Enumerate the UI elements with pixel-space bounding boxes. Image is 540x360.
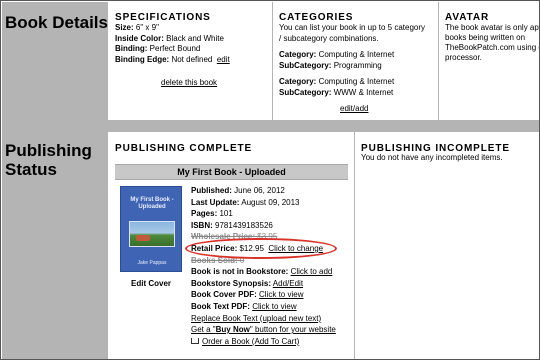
- category-value: Computing & Internet: [318, 77, 395, 86]
- buy-now-suffix: " button for your website: [249, 325, 336, 335]
- view-cover-pdf-link[interactable]: Click to view: [259, 290, 303, 299]
- categories-panel: You can list your book in up to 5 catego…: [279, 23, 439, 98]
- book-cover-thumbnail[interactable]: My First Book - Uploaded Jake Pappas: [120, 186, 182, 272]
- publishing-complete-header: PUBLISHING COMPLETE: [115, 143, 253, 154]
- bookstore-status-label: Book is not in Bookstore:: [191, 267, 289, 277]
- publishing-details: Published: June 06, 2012 Last Update: Au…: [191, 185, 361, 347]
- avatar-panel: The book avatar is only ap books being w…: [445, 23, 540, 63]
- last-update-value: August 09, 2013: [241, 197, 300, 207]
- avatar-description: TheBookPatch.com using o: [445, 43, 540, 52]
- publishing-status-label-line2: Status: [5, 160, 57, 179]
- specifications-header: SPECIFICATIONS: [115, 12, 211, 23]
- binding-label: Binding:: [115, 44, 148, 53]
- bookstore-synopsis-label: Bookstore Synopsis:: [191, 278, 272, 288]
- categories-description: / subcategory combinations.: [279, 33, 379, 43]
- subcategory-value: WWW & Internet: [333, 87, 394, 97]
- category-value: Computing & Internet: [318, 50, 395, 59]
- buy-now-prefix: Get a ": [191, 325, 216, 335]
- cover-title: My First Book - Uploaded: [130, 197, 174, 210]
- book-dashboard: Book Details Publishing Status SPECIFICA…: [0, 0, 540, 360]
- retail-price-highlight-oval: [185, 238, 337, 259]
- edit-add-categories-link[interactable]: edit/add: [340, 104, 368, 114]
- buy-now-button-link[interactable]: Get a "Buy Now" button for your website: [191, 324, 361, 336]
- specifications-panel: Size: 6" x 9" Inside Color: Black and Wh…: [115, 23, 270, 65]
- size-value: 6" x 9": [135, 23, 159, 32]
- edit-binding-link[interactable]: edit: [217, 55, 230, 64]
- avatar-description: The book avatar is only ap: [445, 23, 539, 32]
- book-cover-pdf-label: Book Cover PDF:: [191, 290, 257, 300]
- inside-color-label: Inside Color:: [115, 33, 164, 43]
- edit-synopsis-link[interactable]: Add/Edit: [273, 279, 303, 288]
- last-update-label: Last Update:: [191, 197, 240, 207]
- subcategory-value: Programming: [333, 60, 382, 70]
- buy-now-bold: Buy Now: [215, 325, 250, 335]
- no-incomplete-items-message: You do not have any incompleted items.: [361, 153, 503, 162]
- size-label: Size:: [115, 23, 134, 32]
- book-details-label: Book Details: [2, 2, 108, 120]
- publishing-status-label-line1: Publishing: [5, 141, 92, 160]
- isbn-label: ISBN:: [191, 220, 213, 230]
- view-text-pdf-link[interactable]: Click to view: [252, 302, 296, 311]
- cart-icon: [191, 337, 199, 344]
- published-label: Published:: [191, 186, 232, 195]
- avatar-description: processor.: [445, 53, 482, 62]
- book-text-pdf-label: Book Text PDF:: [191, 301, 250, 311]
- publishing-status-label: Publishing Status: [2, 132, 108, 359]
- avatar-description: books being written on: [445, 33, 526, 42]
- binding-value: Perfect Bound: [149, 44, 201, 53]
- category-label: Category:: [279, 50, 317, 59]
- pages-value: 101: [219, 209, 233, 219]
- subcategory-label: SubCategory:: [279, 87, 332, 97]
- column-divider: [272, 2, 273, 120]
- binding-edge-label: Binding Edge:: [115, 54, 170, 64]
- categories-header: CATEGORIES: [279, 12, 354, 23]
- delete-book-link[interactable]: delete this book: [161, 78, 217, 88]
- category-label: Category:: [279, 77, 317, 86]
- edit-cover-link[interactable]: Edit Cover: [131, 279, 171, 289]
- cover-landscape-image: [129, 221, 175, 247]
- order-book-link[interactable]: Order a Book (Add To Cart): [202, 337, 299, 346]
- pages-label: Pages:: [191, 209, 218, 219]
- categories-description: You can list your book in up to 5 catego…: [279, 23, 426, 32]
- avatar-header: AVATAR: [445, 12, 490, 23]
- add-to-bookstore-link[interactable]: Click to add: [291, 267, 333, 276]
- replace-book-text-link[interactable]: Replace Book Text (upload new text): [191, 314, 321, 323]
- section-divider: [2, 120, 539, 132]
- subcategory-label: SubCategory:: [279, 60, 332, 70]
- isbn-value: 9781439183526: [215, 220, 273, 230]
- inside-color-value: Black and White: [166, 33, 224, 43]
- cover-author: Jake Pappas: [137, 260, 167, 266]
- published-value: June 06, 2012: [234, 186, 285, 195]
- binding-edge-value: Not defined: [171, 54, 213, 64]
- book-title-bar: My First Book - Uploaded: [115, 164, 348, 180]
